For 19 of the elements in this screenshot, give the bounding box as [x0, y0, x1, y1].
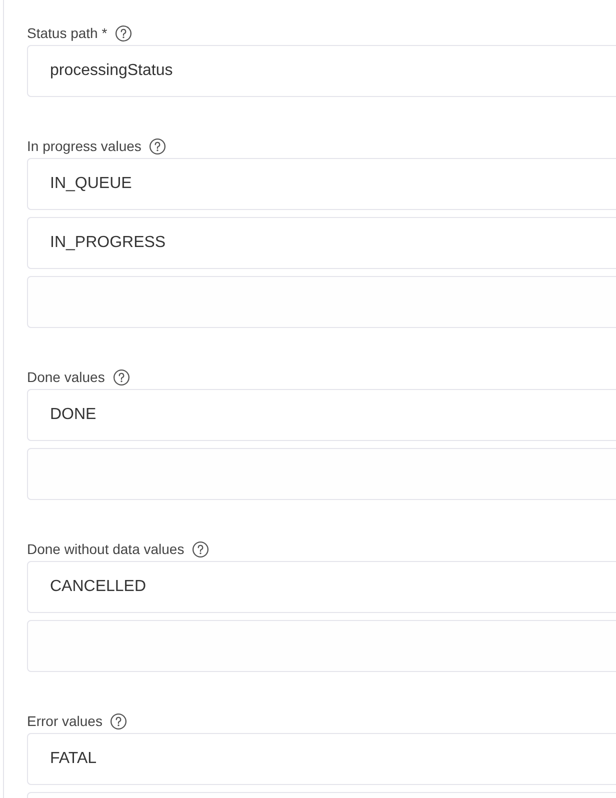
field-label: Status path * — [27, 25, 108, 41]
input-field[interactable]: CANCELLED — [27, 561, 616, 613]
field-label: Done values — [27, 369, 105, 385]
field-label: In progress values — [27, 138, 142, 154]
input-field[interactable] — [27, 276, 616, 328]
help-icon[interactable] — [112, 368, 130, 386]
input-field[interactable] — [27, 620, 616, 672]
help-icon[interactable] — [110, 712, 128, 730]
input-field[interactable]: FATAL — [27, 733, 616, 785]
input-field[interactable] — [27, 448, 616, 500]
field-label: Error values — [27, 713, 102, 729]
help-icon[interactable] — [115, 24, 132, 42]
input-field[interactable]: processingStatus — [27, 45, 616, 97]
field-label: Done without data values — [27, 541, 184, 557]
input-field[interactable]: DONE — [27, 389, 616, 441]
input-field[interactable]: IN_PROGRESS — [27, 217, 616, 269]
input-field[interactable]: IN_QUEUE — [27, 158, 616, 210]
help-icon[interactable] — [192, 540, 210, 558]
help-icon[interactable] — [149, 138, 166, 154]
